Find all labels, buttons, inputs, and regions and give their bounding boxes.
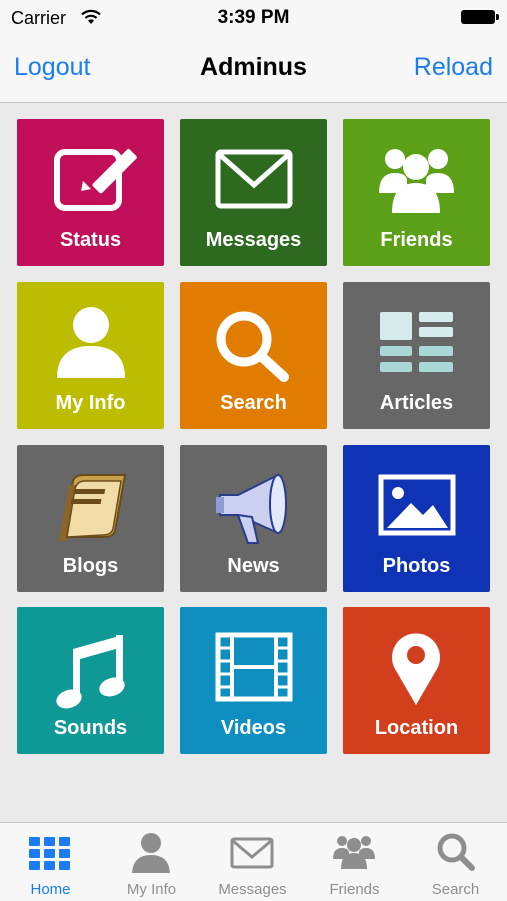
battery-icon	[461, 10, 499, 24]
grid-icon	[29, 837, 70, 870]
tab-label: Search	[431, 881, 480, 898]
tile-status[interactable]: Status	[17, 119, 164, 266]
tile-label: Status	[59, 229, 122, 251]
navigation-bar: Logout Adminus Reload	[0, 36, 507, 103]
tile-friends[interactable]: Friends	[343, 119, 490, 266]
group-icon	[333, 836, 375, 869]
tab-label: My Info	[126, 881, 177, 898]
tab-label: Messages	[218, 881, 287, 898]
tile-articles[interactable]: Articles	[343, 282, 490, 429]
tile-label: Blogs	[62, 555, 119, 577]
tile-search[interactable]: Search	[180, 282, 327, 429]
reload-button[interactable]: Reload	[414, 53, 493, 82]
tile-label: Articles	[379, 392, 454, 414]
tile-label: Search	[220, 392, 287, 414]
tab-bar: Home My Info Messages Friends Search	[0, 822, 507, 901]
tile-blogs[interactable]: Blogs	[17, 445, 164, 592]
tab-my-info[interactable]: My Info	[101, 823, 202, 901]
tile-news[interactable]: News	[180, 445, 327, 592]
magnifier-icon	[437, 833, 475, 871]
tile-label: Messages	[205, 229, 302, 251]
tile-messages[interactable]: Messages	[180, 119, 327, 266]
user-icon	[132, 833, 170, 873]
tile-label: My Info	[55, 392, 126, 414]
tile-label: Sounds	[53, 717, 128, 739]
tile-my-info[interactable]: My Info	[17, 282, 164, 429]
tab-friends[interactable]: Friends	[304, 823, 405, 901]
clock: 3:39 PM	[217, 7, 290, 28]
tile-sounds[interactable]: Sounds	[17, 607, 164, 754]
tab-label: Home	[30, 881, 71, 898]
status-bar: Carrier 3:39 PM	[0, 0, 507, 36]
envelope-icon	[230, 837, 274, 869]
tile-label: Location	[374, 717, 459, 739]
tile-location[interactable]: Location	[343, 607, 490, 754]
tab-home[interactable]: Home	[0, 823, 101, 901]
tile-videos[interactable]: Videos	[180, 607, 327, 754]
tile-label: Videos	[220, 717, 287, 739]
tile-label: News	[227, 555, 280, 577]
tile-label: Friends	[380, 229, 453, 251]
tab-label: Friends	[329, 881, 380, 898]
tab-messages[interactable]: Messages	[202, 823, 303, 901]
tile-photos[interactable]: Photos	[343, 445, 490, 592]
tile-label: Photos	[382, 555, 451, 577]
tab-search[interactable]: Search	[405, 823, 506, 901]
